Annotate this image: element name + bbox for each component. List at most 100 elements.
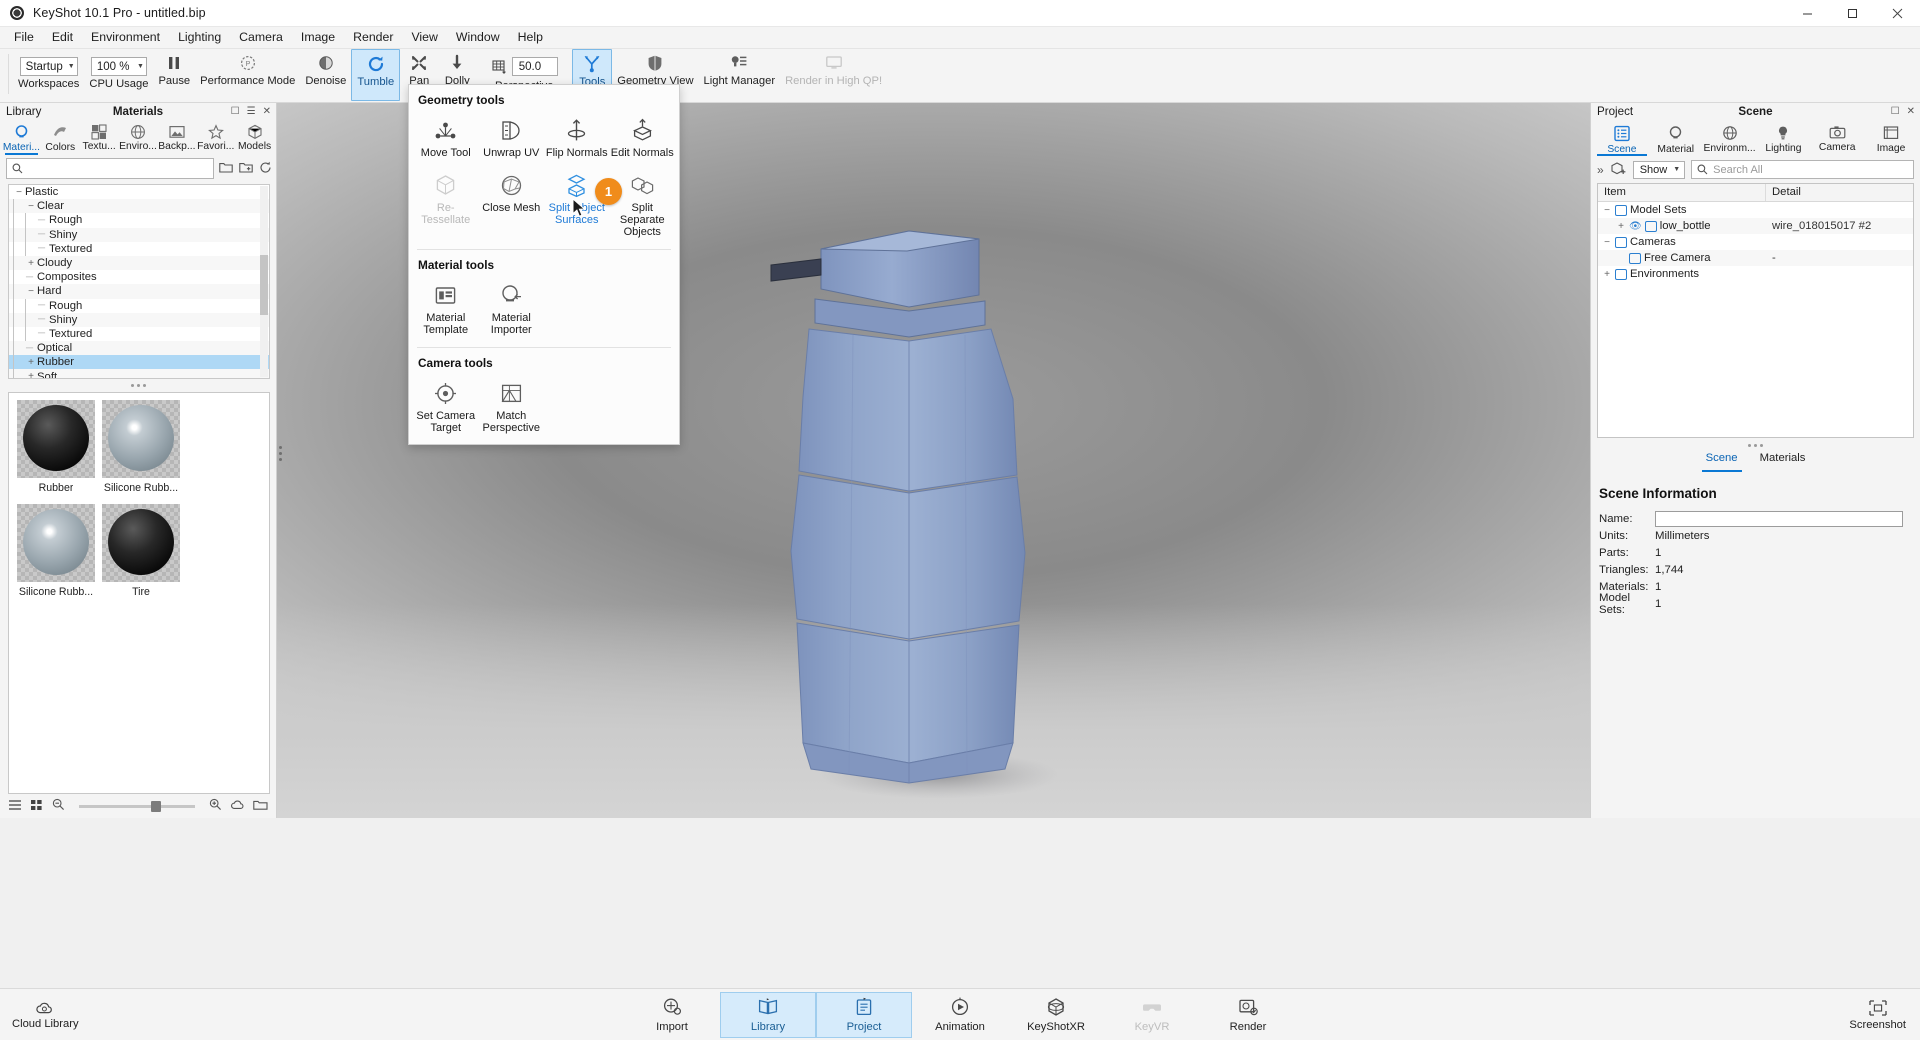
menu-image[interactable]: Image <box>292 27 344 48</box>
material-tree-item[interactable]: +Rubber <box>9 355 269 369</box>
scene-tree-row[interactable]: +👁low_bottlewire_018015017 #2 <box>1598 218 1913 234</box>
workspaces-control[interactable]: Startup ▼ Workspaces <box>13 49 84 99</box>
grid-view-icon[interactable] <box>30 799 44 814</box>
material-tree-item[interactable]: ─Rough <box>9 299 269 313</box>
bottom-button-library[interactable]: Library <box>720 992 816 1038</box>
tree-toggle-icon[interactable]: − <box>1602 237 1612 248</box>
material-tree-item[interactable]: ─Shiny <box>9 313 269 327</box>
material-tree-item[interactable]: −Clear <box>9 199 269 213</box>
menu-environment[interactable]: Environment <box>82 27 169 48</box>
menu-lighting[interactable]: Lighting <box>169 27 230 48</box>
library-tab-colors[interactable]: Colors <box>41 122 80 154</box>
scene-tree-row[interactable]: +Environments <box>1598 266 1913 282</box>
menu-help[interactable]: Help <box>509 27 552 48</box>
bottom-button-keyshotxr[interactable]: KeyShotXR <box>1008 992 1104 1038</box>
menu-camera[interactable]: Camera <box>230 27 292 48</box>
menu-item-close-mesh[interactable]: Close Mesh <box>479 169 545 248</box>
list-view-icon[interactable] <box>8 799 22 814</box>
menu-item-split-separate-objects[interactable]: Split Separate Objects <box>610 169 676 248</box>
material-thumbnail[interactable]: Silicone Rubb... <box>100 400 182 494</box>
perspective-grid-icon[interactable] <box>491 57 508 78</box>
library-tab-textures[interactable]: Textu... <box>80 122 119 154</box>
material-tree-item[interactable]: +Soft <box>9 369 269 379</box>
screenshot-button[interactable]: Screenshot <box>1849 999 1906 1031</box>
menu-item-move-tool[interactable]: Move Tool <box>413 114 479 169</box>
menu-window[interactable]: Window <box>447 27 509 48</box>
tree-toggle-icon[interactable]: + <box>1616 221 1626 232</box>
open-folder-icon[interactable] <box>253 799 268 814</box>
tree-toggle-icon[interactable]: ─ <box>25 343 37 354</box>
library-tab-backplates[interactable]: Backp... <box>157 122 196 154</box>
material-tree-item[interactable]: ─Optical <box>9 341 269 355</box>
tree-toggle-icon[interactable]: − <box>25 201 37 212</box>
add-model-set-icon[interactable] <box>1610 161 1627 179</box>
library-tab-models[interactable]: Models <box>235 122 274 154</box>
cpu-usage-control[interactable]: 100 % ▼ CPU Usage <box>84 49 153 99</box>
bottom-button-import[interactable]: Import <box>624 992 720 1038</box>
tree-toggle-icon[interactable]: ─ <box>25 272 37 283</box>
show-filter-dropdown[interactable]: Show ▼ <box>1633 161 1685 179</box>
subtab-materials[interactable]: Materials <box>1760 452 1806 472</box>
bottom-button-render[interactable]: Render <box>1200 992 1296 1038</box>
cloud-icon[interactable] <box>230 799 245 814</box>
subtab-scene[interactable]: Scene <box>1706 452 1738 472</box>
material-tree-item[interactable]: ─Textured <box>9 242 269 256</box>
material-tree-item[interactable]: −Hard <box>9 284 269 298</box>
tree-toggle-icon[interactable]: ─ <box>37 215 49 226</box>
viewport-left-grip[interactable] <box>279 446 282 461</box>
tree-toggle-icon[interactable]: − <box>1602 205 1612 216</box>
tree-toggle-icon[interactable]: − <box>25 286 37 297</box>
cpu-usage-dropdown[interactable]: 100 % ▼ <box>91 57 147 76</box>
render-high-quality-button[interactable]: Render in High QP! <box>780 49 887 99</box>
menu-edit[interactable]: Edit <box>43 27 82 48</box>
zoom-in-icon[interactable] <box>209 798 222 814</box>
tree-toggle-icon[interactable]: + <box>25 258 37 269</box>
material-tree-item[interactable]: ─Shiny <box>9 228 269 242</box>
folder-view-icon[interactable] <box>219 161 233 177</box>
minimize-button[interactable] <box>1785 0 1830 27</box>
performance-mode-button[interactable]: P Performance Mode <box>195 49 300 99</box>
scene-name-input[interactable] <box>1655 511 1903 527</box>
close-button[interactable] <box>1875 0 1920 27</box>
scene-tree-row[interactable]: −Model Sets <box>1598 202 1913 218</box>
close-icon[interactable]: ✕ <box>1907 106 1915 117</box>
slider-handle[interactable] <box>151 801 161 812</box>
material-tree-item[interactable]: ─Textured <box>9 327 269 341</box>
project-tab-scene[interactable]: Scene <box>1595 122 1649 156</box>
undock-icon[interactable]: ☐ <box>231 106 240 117</box>
material-thumbnail[interactable]: Silicone Rubb... <box>15 504 97 598</box>
tree-toggle-icon[interactable]: + <box>25 357 37 368</box>
tree-toggle-icon[interactable]: − <box>13 187 25 198</box>
material-thumbnail[interactable]: Tire <box>100 504 182 598</box>
menu-item-material-template[interactable]: Material Template <box>413 279 479 346</box>
scene-tree-row[interactable]: −Cameras <box>1598 234 1913 250</box>
light-manager-button[interactable]: Light Manager <box>699 49 781 99</box>
tree-toggle-icon[interactable]: ─ <box>37 328 49 339</box>
project-tab-camera[interactable]: Camera <box>1810 122 1864 156</box>
material-tree-item[interactable]: ─Rough <box>9 213 269 227</box>
tree-toggle-icon[interactable]: + <box>1602 269 1612 280</box>
refresh-icon[interactable] <box>259 161 272 177</box>
menu-item-unwrap-uv[interactable]: Unwrap UV <box>479 114 545 169</box>
material-category-tree[interactable]: −Plastic−Clear─Rough─Shiny─Textured+Clou… <box>8 184 270 379</box>
library-tab-favorites[interactable]: Favori... <box>196 122 235 154</box>
library-tab-environments[interactable]: Enviro... <box>119 122 158 154</box>
menu-item-flip-normals[interactable]: Flip Normals <box>544 114 610 169</box>
folder-add-icon[interactable] <box>239 161 253 177</box>
tree-toggle-icon[interactable]: ─ <box>37 314 49 325</box>
menu-item-re-tessellate[interactable]: Re-Tessellate <box>413 169 479 248</box>
cloud-library-button[interactable]: Cloud Library <box>12 1000 79 1030</box>
project-tab-lighting[interactable]: Lighting <box>1756 122 1810 156</box>
library-search-input[interactable] <box>6 158 214 179</box>
visibility-eye-icon[interactable]: 👁 <box>1629 221 1642 232</box>
material-tree-item[interactable]: +Cloudy <box>9 256 269 270</box>
menu-item-match-perspective[interactable]: Match Perspective <box>479 377 545 444</box>
bottom-button-keyvr[interactable]: KeyVR <box>1104 992 1200 1038</box>
scene-search-input[interactable]: Search All <box>1691 160 1914 179</box>
tree-toggle-icon[interactable]: ─ <box>37 243 49 254</box>
zoom-out-icon[interactable] <box>52 798 65 814</box>
bottle-3d-model[interactable] <box>769 203 1099 818</box>
close-icon[interactable]: ✕ <box>263 106 271 117</box>
panel-menu-icon[interactable]: ☰ <box>247 106 256 117</box>
denoise-button[interactable]: Denoise <box>300 49 351 99</box>
